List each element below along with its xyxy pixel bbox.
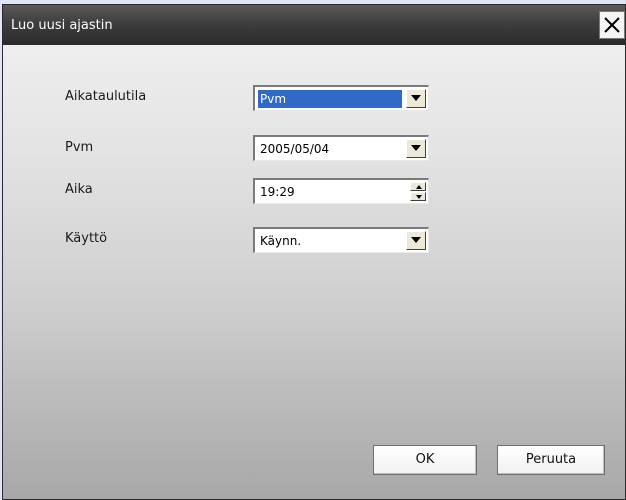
chevron-down-icon (411, 95, 421, 101)
date-label: Pvm (65, 140, 94, 155)
arrow-down-icon (416, 195, 422, 199)
schedule-mode-select[interactable]: Pvm (253, 85, 429, 111)
schedule-mode-dropdown-button[interactable] (406, 89, 426, 108)
chevron-down-icon (411, 237, 421, 243)
arrow-up-icon (416, 185, 422, 189)
schedule-mode-label: Aikataulutila (65, 89, 147, 104)
date-value: 2005/05/04 (260, 142, 330, 156)
operation-value: Käynn. (260, 234, 302, 248)
close-button[interactable] (599, 11, 625, 39)
title-bar[interactable]: Luo uusi ajastin (3, 5, 625, 45)
date-select[interactable]: 2005/05/04 (253, 135, 429, 161)
cancel-button[interactable]: Peruuta (497, 445, 605, 475)
time-decrement-button[interactable] (410, 192, 426, 201)
dialog-title: Luo uusi ajastin (11, 18, 113, 33)
create-timer-dialog: Luo uusi ajastin Aikataulutila Pvm Pvm 2… (2, 4, 626, 500)
time-increment-button[interactable] (410, 182, 426, 191)
operation-select[interactable]: Käynn. (253, 227, 429, 253)
operation-label: Käyttö (65, 231, 108, 246)
time-spinner (410, 182, 426, 201)
operation-dropdown-button[interactable] (406, 231, 426, 250)
close-icon (604, 17, 620, 33)
time-label: Aika (65, 182, 93, 197)
ok-button[interactable]: OK (373, 445, 477, 475)
schedule-mode-value: Pvm (258, 90, 402, 108)
chevron-down-icon (411, 145, 421, 151)
date-dropdown-button[interactable] (406, 139, 426, 158)
time-value: 19:29 (260, 185, 295, 199)
time-input[interactable]: 19:29 (253, 178, 429, 204)
